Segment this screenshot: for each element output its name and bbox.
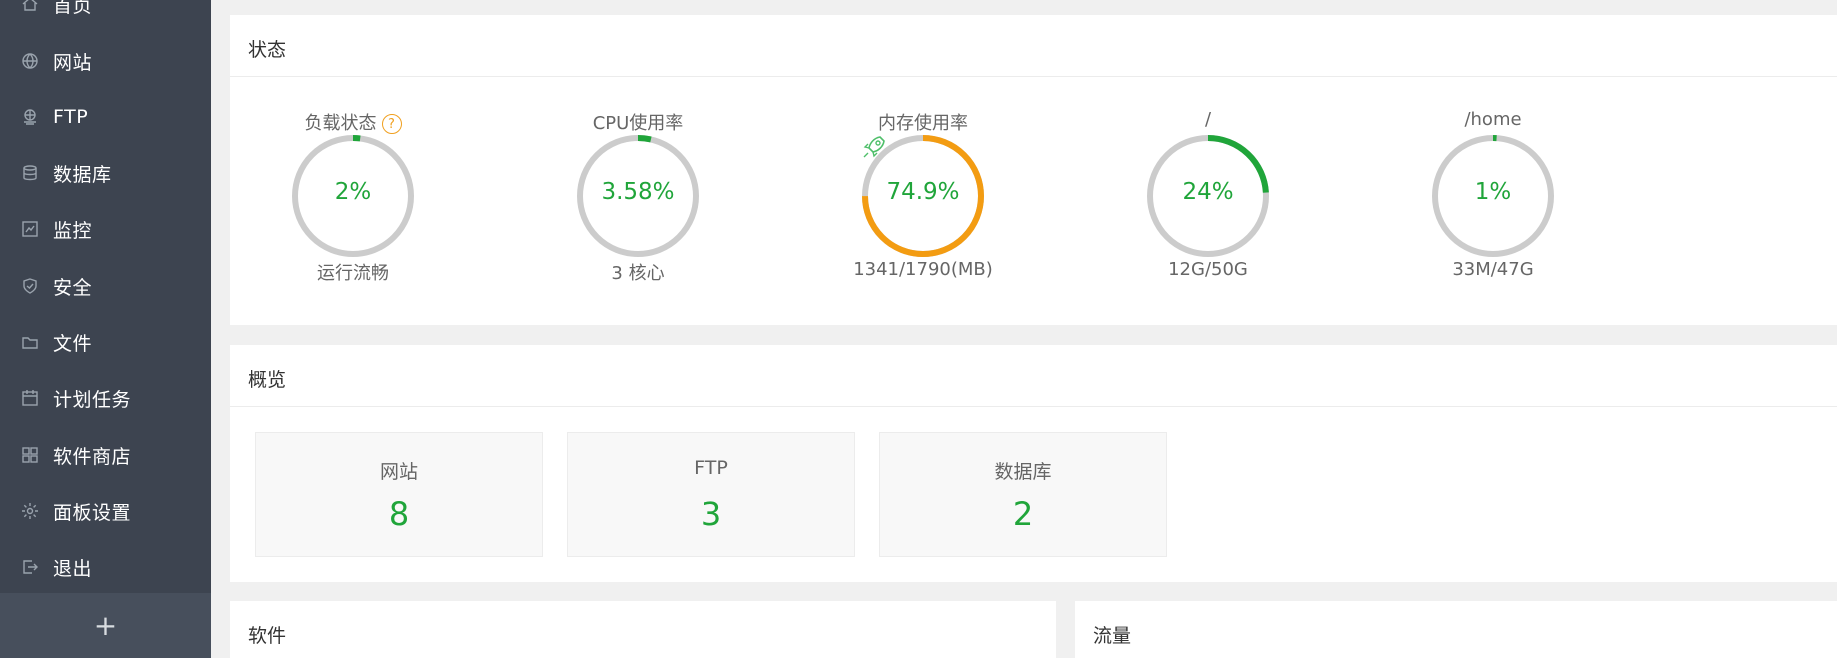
globe-icon	[20, 51, 40, 71]
panel-divider	[230, 406, 1837, 407]
software-panel-title: 软件	[248, 625, 287, 647]
card-label: 数据库	[994, 461, 1052, 483]
gear-icon	[20, 501, 40, 521]
traffic-panel-title: 流量	[1093, 625, 1132, 647]
sidebar-item-appstore[interactable]: 软件商店	[0, 427, 211, 483]
sidebar-item-label: 数据库	[53, 163, 112, 186]
sidebar-item-website[interactable]: 网站	[0, 33, 211, 89]
gauge-sub: 33M/47G	[1452, 259, 1534, 280]
gauge-sub: 12G/50G	[1168, 259, 1248, 280]
card-label: FTP	[694, 457, 728, 479]
sidebar-item-database[interactable]: 数据库	[0, 145, 211, 201]
status-panel-title: 状态	[248, 39, 287, 61]
sidebar-item-files[interactable]: 文件	[0, 314, 211, 370]
card-value: 3	[700, 495, 722, 533]
sidebar-item-cron[interactable]: 计划任务	[0, 370, 211, 426]
card-label: 网站	[379, 461, 418, 483]
software-panel: 软件	[230, 601, 1056, 658]
gauge-value: 24%	[1182, 179, 1234, 205]
sidebar-item-label: 安全	[53, 276, 93, 299]
card-value: 8	[388, 495, 410, 533]
sidebar-item-label: 面板设置	[53, 501, 132, 524]
sidebar-item-logout[interactable]: 退出	[0, 539, 211, 595]
gauge-sub: 运行流畅	[317, 263, 389, 284]
sidebar-item-monitor[interactable]: 监控	[0, 201, 211, 257]
sidebar-item-label: 软件商店	[53, 445, 132, 468]
sidebar-item-settings[interactable]: 面板设置	[0, 483, 211, 539]
overview-card-websites[interactable]: 网站 8	[255, 432, 543, 557]
gauge-label: /home	[1464, 109, 1522, 130]
gauge-value: 1%	[1474, 179, 1512, 205]
sidebar-item-label: 监控	[53, 219, 93, 242]
sidebar-item-ftp[interactable]: FTP	[0, 89, 211, 145]
gauge-value: 74.9%	[886, 179, 960, 205]
calendar-icon	[20, 388, 40, 408]
overview-card-ftp[interactable]: FTP 3	[567, 432, 855, 557]
gauge-label: 负载状态?	[273, 109, 433, 135]
overview-panel-title: 概览	[248, 369, 287, 391]
folder-icon	[20, 332, 40, 352]
sidebar-item-label: 首页	[53, 0, 93, 17]
shield-icon	[20, 276, 40, 296]
panel-divider	[230, 76, 1837, 77]
gauge-label: CPU使用率	[592, 113, 684, 134]
monitor-icon	[20, 219, 40, 239]
help-icon[interactable]: ?	[381, 114, 402, 134]
sidebar: 首页 网站 FTP 数据库 监控 安全 文件 计划任务 软件商店 面板设置 退出…	[0, 0, 211, 658]
status-panel: 状态 负载状态? 2% 运行流畅 CPU使用率 3.58% 3 核心 内存使用率	[230, 15, 1837, 325]
gauge-sub: 3 核心	[611, 263, 665, 284]
add-shortcut-button[interactable]: +	[0, 593, 211, 658]
gauge-value: 3.58%	[601, 179, 675, 205]
grid-icon	[20, 445, 40, 465]
gauge-value: 2%	[334, 179, 372, 205]
home-icon	[20, 0, 40, 14]
card-value: 2	[1012, 495, 1034, 533]
gauge-sub: 1341/1790(MB)	[853, 259, 993, 280]
ftp-icon	[20, 107, 40, 127]
sidebar-item-label: 计划任务	[53, 388, 132, 411]
gauge-label: 内存使用率	[878, 113, 968, 134]
sidebar-item-label: 网站	[53, 51, 93, 74]
gauge-label: /	[1204, 109, 1212, 130]
logout-icon	[20, 557, 40, 577]
sidebar-item-home[interactable]: 首页	[0, 0, 211, 32]
sidebar-item-label: 文件	[53, 332, 93, 355]
sidebar-item-label: 退出	[53, 557, 93, 580]
sidebar-item-label: FTP	[53, 106, 89, 128]
rocket-icon[interactable]	[860, 133, 888, 161]
sidebar-item-security[interactable]: 安全	[0, 258, 211, 314]
traffic-panel: 流量	[1075, 601, 1837, 658]
database-icon	[20, 163, 40, 183]
overview-card-database[interactable]: 数据库 2	[879, 432, 1167, 557]
